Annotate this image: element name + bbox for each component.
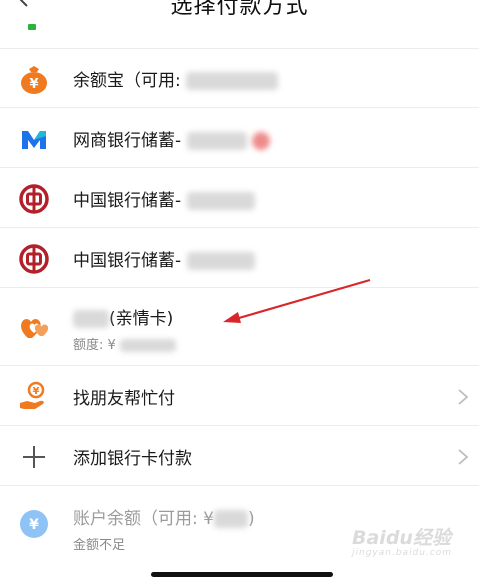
yuebao-icon: ¥ — [21, 66, 47, 94]
balance-icon: ¥ — [20, 510, 48, 538]
plus-icon — [23, 446, 45, 468]
chevron-right-icon — [458, 449, 469, 465]
redacted-card-number — [186, 192, 255, 210]
home-indicator — [151, 572, 333, 577]
method-label: 添加银行卡付款 — [73, 449, 192, 469]
redacted-card-number — [186, 132, 247, 150]
payment-method-friend-pay[interactable]: ¥ 找朋友帮忙付 — [0, 366, 479, 426]
wechat-balance-icon — [28, 24, 36, 30]
friend-pay-icon: ¥ — [20, 381, 45, 409]
payment-method-yuebao[interactable]: ¥ 余额宝（可用: — [0, 48, 479, 108]
svg-text:¥: ¥ — [29, 77, 38, 92]
nav-header: 选择付款方式 — [0, 0, 479, 20]
family-card-icon — [21, 319, 49, 338]
redacted-badge — [251, 132, 270, 150]
method-label: 账户余额（可用: ¥) — [73, 509, 255, 529]
redacted-name — [73, 310, 109, 328]
chevron-right-icon — [458, 389, 469, 405]
method-label: (亲情卡) — [73, 304, 173, 329]
svg-text:¥: ¥ — [33, 386, 40, 397]
method-label: 网商银行储蓄- — [73, 126, 270, 151]
previous-method-row[interactable] — [0, 20, 479, 49]
redacted-amount — [213, 510, 248, 528]
method-label: 中国银行储蓄- — [73, 186, 255, 211]
page-title: 选择付款方式 — [170, 0, 309, 19]
add-bank-card-row[interactable]: 添加银行卡付款 — [0, 426, 479, 486]
svg-text:¥: ¥ — [29, 517, 39, 533]
payment-method-mybank[interactable]: 网商银行储蓄- — [0, 108, 479, 168]
method-label: 找朋友帮忙付 — [73, 389, 175, 409]
method-sublabel: 额度: ¥ — [73, 334, 176, 353]
redacted-amount — [186, 72, 279, 90]
mybank-icon — [22, 131, 46, 149]
boc-icon — [19, 244, 49, 274]
method-label: 余额宝（可用: — [73, 66, 279, 91]
payment-method-family-card[interactable]: (亲情卡) 额度: ¥ — [0, 288, 479, 366]
redacted-amount — [119, 339, 176, 352]
boc-icon — [19, 184, 49, 214]
baidu-watermark: Baidu经验 jingyan.baidu.com — [352, 527, 453, 558]
payment-method-boc-1[interactable]: 中国银行储蓄- — [0, 168, 479, 228]
payment-method-boc-2[interactable]: 中国银行储蓄- — [0, 228, 479, 288]
redacted-card-number — [186, 252, 255, 270]
method-label: 中国银行储蓄- — [73, 246, 255, 271]
insufficient-funds-label: 金额不足 — [73, 538, 126, 553]
